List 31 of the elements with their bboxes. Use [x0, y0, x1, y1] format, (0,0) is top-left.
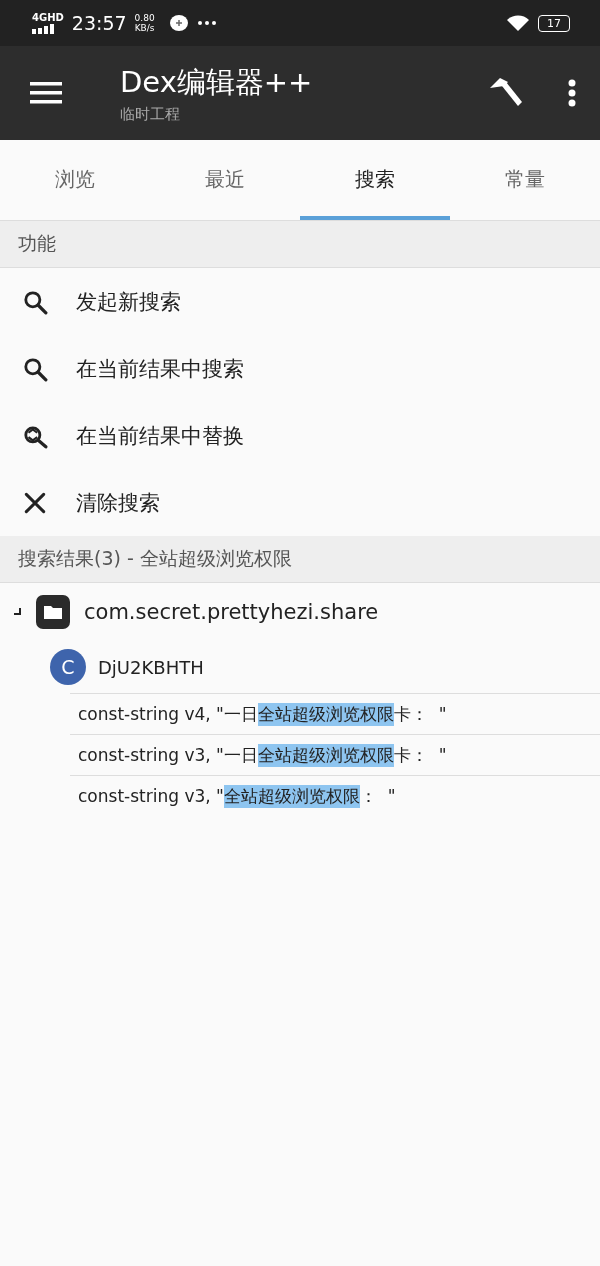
search-icon	[22, 288, 48, 315]
menu-icon[interactable]	[30, 81, 62, 105]
status-time: 23:57	[71, 12, 127, 34]
network-speed: 0.80	[134, 13, 155, 23]
signal-icon	[32, 23, 56, 34]
battery-indicator: 17	[538, 14, 570, 32]
section-header: 功能	[0, 221, 600, 268]
app-title: Dex编辑器++	[120, 63, 314, 101]
action-item[interactable]: 清除搜索	[0, 469, 600, 536]
search-result[interactable]: const-string v4, "一日全站超级浏览权限卡： "	[70, 693, 600, 734]
action-item[interactable]: 在当前结果中替换	[0, 402, 600, 469]
tree-node[interactable]: com.secret.prettyhezi.share	[0, 583, 600, 641]
app-subtitle: 临时工程	[120, 104, 181, 124]
class-badge: C	[50, 649, 86, 685]
network-label: 4GHD	[32, 12, 64, 23]
tab[interactable]: 最近	[150, 140, 300, 220]
tree-node[interactable]: C DjU2KBHTH	[0, 641, 600, 693]
action-item[interactable]: 发起新搜索	[0, 268, 600, 335]
notification-icon	[168, 13, 189, 33]
speed-unit: KB/s	[134, 23, 155, 33]
tab[interactable]: 常量	[450, 140, 600, 220]
section-header: 搜索结果(3) - 全站超级浏览权限	[0, 536, 600, 583]
more-notifications-icon	[196, 20, 217, 26]
folder-icon	[36, 595, 70, 629]
wifi-icon	[506, 14, 530, 32]
tab[interactable]: 浏览	[0, 140, 150, 220]
search-result[interactable]: const-string v3, "一日全站超级浏览权限卡： "	[70, 734, 600, 775]
more-options-icon[interactable]	[568, 79, 576, 107]
search-result[interactable]: const-string v3, "全站超级浏览权限： "	[70, 775, 600, 816]
action-item[interactable]: 在当前结果中搜索	[0, 335, 600, 402]
search-icon	[22, 355, 48, 382]
